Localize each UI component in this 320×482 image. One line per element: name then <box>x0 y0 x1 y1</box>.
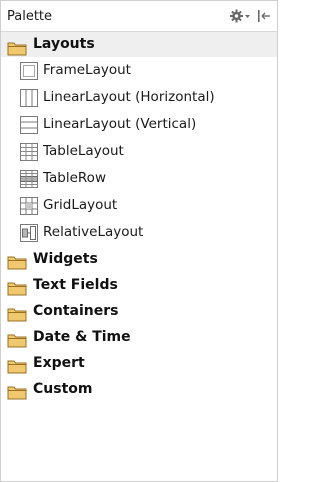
group-label: Layouts <box>33 36 95 52</box>
linear-layout-horizontal-icon <box>19 88 39 108</box>
group-widgets[interactable]: Widgets <box>1 246 277 272</box>
item-linearlayout-horizontal[interactable]: LinearLayout (Horizontal) <box>1 84 277 111</box>
item-label: LinearLayout (Horizontal) <box>43 89 215 105</box>
frame-layout-icon <box>19 61 39 81</box>
group-label: Custom <box>33 381 93 397</box>
item-framelayout[interactable]: FrameLayout <box>1 57 277 84</box>
item-linearlayout-vertical[interactable]: LinearLayout (Vertical) <box>1 111 277 138</box>
group-label: Widgets <box>33 251 98 267</box>
group-label: Text Fields <box>33 277 118 293</box>
palette-title: Palette <box>7 9 53 24</box>
table-layout-icon <box>19 142 39 162</box>
item-label: FrameLayout <box>43 62 131 78</box>
palette-header: Palette <box>1 1 277 32</box>
table-row-icon <box>19 169 39 189</box>
group-expert[interactable]: Expert <box>1 350 277 376</box>
group-label: Expert <box>33 355 85 371</box>
hide-panel-icon[interactable] <box>257 8 271 24</box>
group-containers[interactable]: Containers <box>1 298 277 324</box>
item-label: TableLayout <box>43 143 124 159</box>
item-label: LinearLayout (Vertical) <box>43 116 197 132</box>
gear-dropdown-icon[interactable] <box>229 8 251 24</box>
palette-tree: Layouts FrameLayout LinearLayout (Horizo… <box>1 32 277 402</box>
folder-icon <box>7 304 27 322</box>
item-relativelayout[interactable]: RelativeLayout <box>1 219 277 246</box>
group-label: Date & Time <box>33 329 131 345</box>
item-tablelayout[interactable]: TableLayout <box>1 138 277 165</box>
folder-icon <box>7 252 27 270</box>
group-label: Containers <box>33 303 119 319</box>
folder-icon <box>7 382 27 400</box>
group-date-time[interactable]: Date & Time <box>1 324 277 350</box>
item-label: TableRow <box>43 170 106 186</box>
folder-icon <box>7 356 27 374</box>
linear-layout-vertical-icon <box>19 115 39 135</box>
folder-icon <box>7 330 27 348</box>
group-layouts[interactable]: Layouts <box>1 32 277 57</box>
item-label: RelativeLayout <box>43 224 144 240</box>
group-custom[interactable]: Custom <box>1 376 277 402</box>
folder-icon <box>7 278 27 296</box>
item-label: GridLayout <box>43 197 118 213</box>
item-gridlayout[interactable]: GridLayout <box>1 192 277 219</box>
item-tablerow[interactable]: TableRow <box>1 165 277 192</box>
grid-layout-icon <box>19 196 39 216</box>
folder-icon <box>7 38 27 56</box>
relative-layout-icon <box>19 223 39 243</box>
group-text-fields[interactable]: Text Fields <box>1 272 277 298</box>
palette-panel: Palette Layouts FrameLayout LinearLayout… <box>0 0 278 482</box>
